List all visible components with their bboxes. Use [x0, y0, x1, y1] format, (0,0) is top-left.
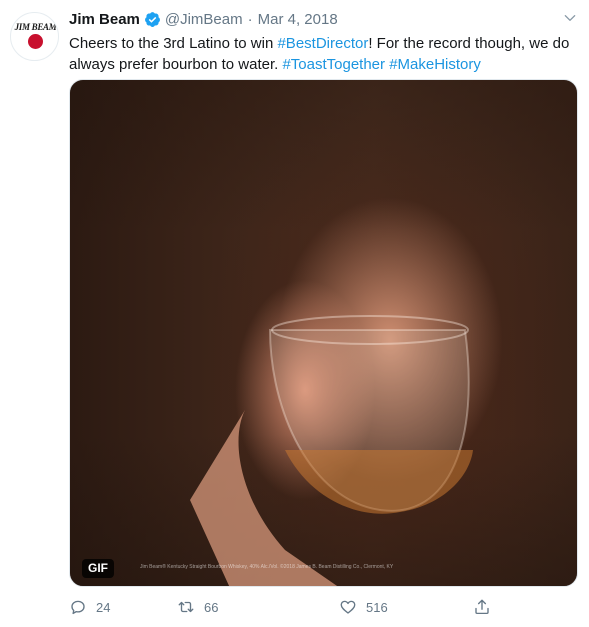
chevron-down-icon[interactable] [562, 10, 578, 26]
hashtag-link[interactable]: #BestDirector [277, 35, 368, 52]
share-icon [475, 599, 489, 615]
heart-icon [340, 600, 356, 614]
brand-seal-icon [28, 34, 43, 49]
retweet-button[interactable]: 66 [177, 597, 218, 617]
tweet-date[interactable]: Mar 4, 2018 [258, 11, 338, 28]
header-separator: · [247, 10, 253, 28]
avatar[interactable]: JIM BEAM [10, 12, 59, 61]
author-handle[interactable]: @JimBeam [165, 11, 243, 28]
like-button[interactable]: 516 [339, 597, 388, 617]
retweet-icon [178, 601, 194, 613]
hashtag-link[interactable]: #ToastTogether [282, 56, 385, 73]
media-fineprint: Jim Beam® Kentucky Straight Bourbon Whis… [140, 564, 394, 570]
reply-count: 24 [96, 599, 111, 615]
jim-beam-logo-icon: JIM BEAM [14, 22, 57, 32]
glass-illustration [190, 315, 473, 586]
hashtag-link[interactable]: #MakeHistory [389, 56, 481, 73]
reply-icon [71, 600, 85, 615]
tweet[interactable]: JIM BEAM Jim Beam @JimBeam · Mar 4, 2018… [0, 0, 589, 627]
tweet-text-part: Cheers to the 3rd Latino to win [69, 35, 278, 52]
tweet-header: Jim Beam @JimBeam · Mar 4, 2018 [69, 9, 338, 29]
like-count: 516 [366, 599, 388, 615]
gif-badge: GIF [82, 559, 114, 578]
reply-button[interactable]: 24 [69, 597, 110, 617]
share-button[interactable] [473, 597, 491, 617]
action-bar: 24 66 516 [69, 597, 509, 617]
gif-media[interactable]: GIF Jim Beam® Kentucky Straight Bourbon … [69, 79, 578, 587]
retweet-count: 66 [204, 599, 219, 615]
author-name[interactable]: Jim Beam [69, 11, 140, 28]
tweet-text: Cheers to the 3rd Latino to win #BestDir… [69, 33, 581, 75]
verified-badge-icon [144, 11, 160, 27]
